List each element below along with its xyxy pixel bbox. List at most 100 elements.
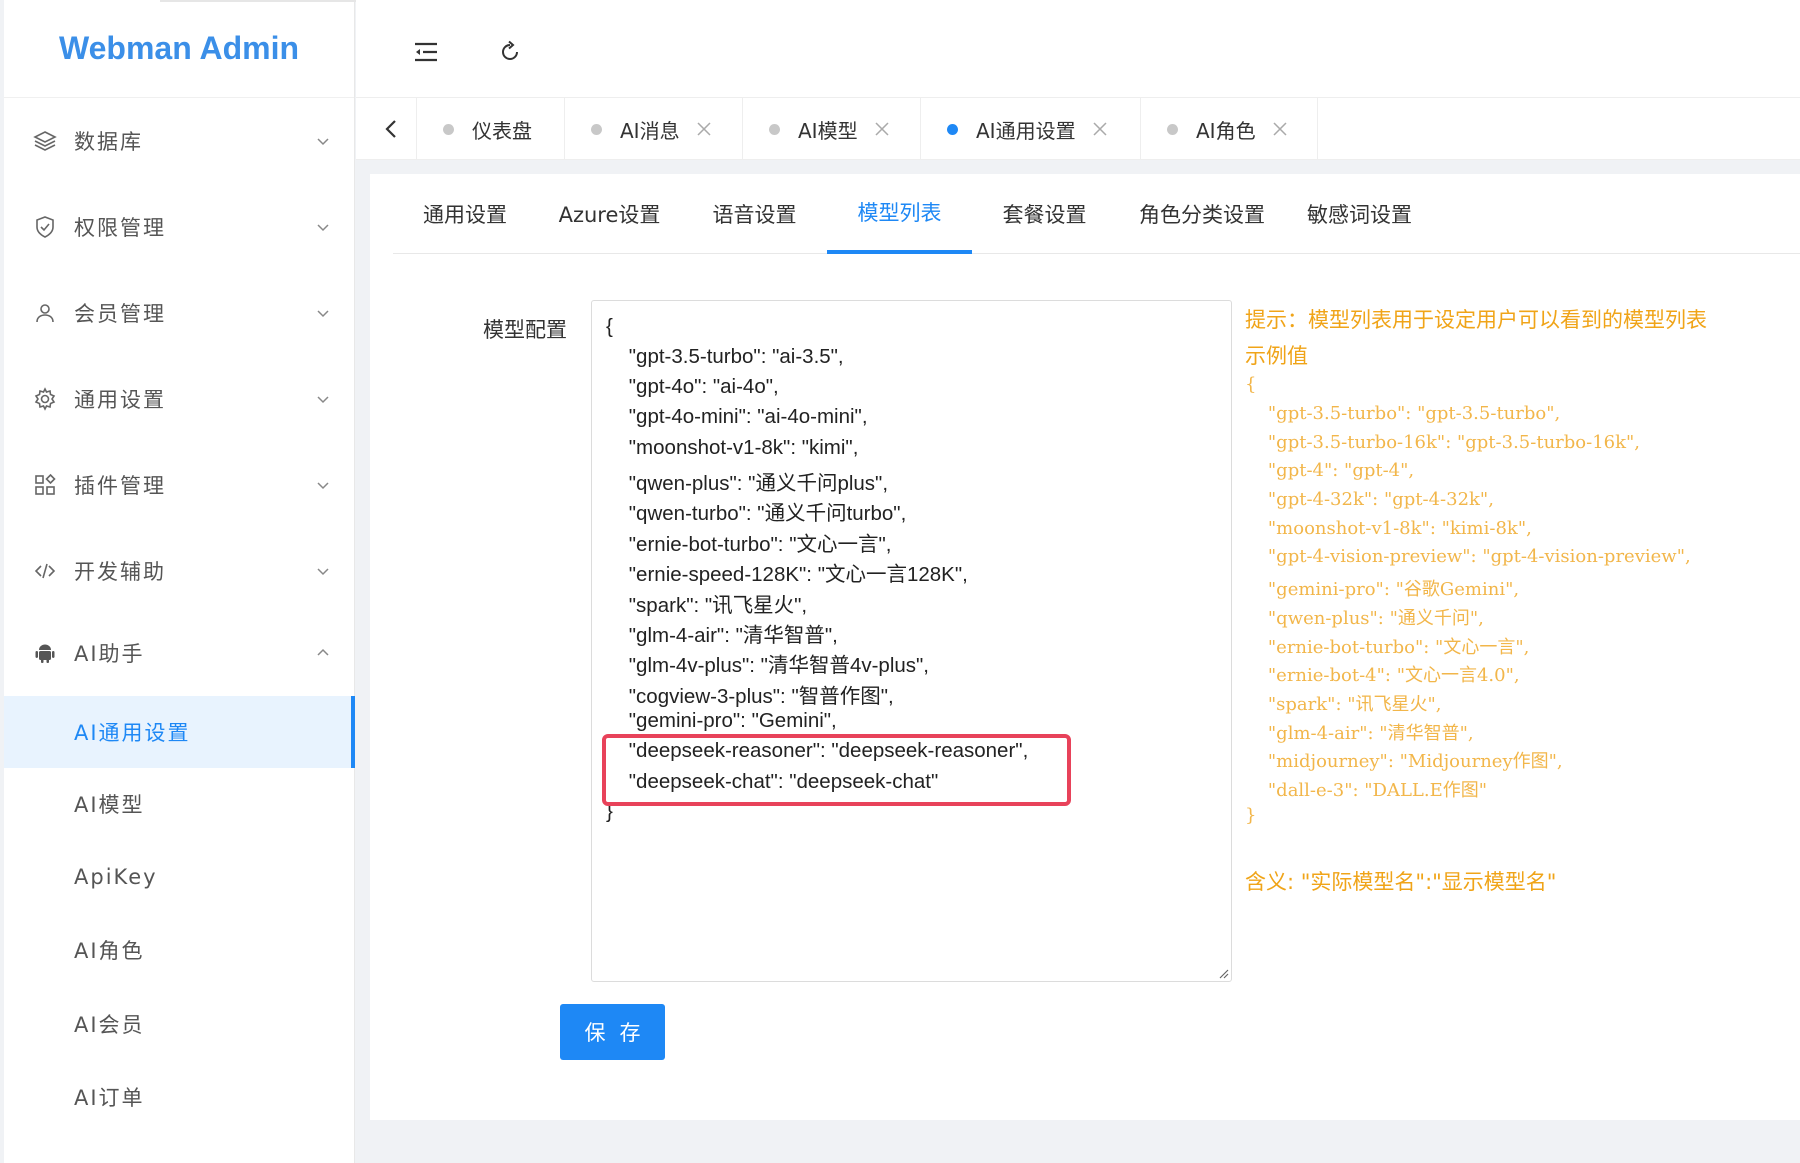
- header: [356, 0, 1800, 98]
- menu-label: 插件管理: [74, 474, 166, 498]
- tab-label: AI通用设置: [976, 118, 1076, 143]
- subtab-general[interactable]: 通用设置: [393, 174, 537, 254]
- hint-example-label: 示例值: [1245, 344, 1308, 368]
- model-config-label: 模型配置: [483, 318, 567, 342]
- menu-label: AI助手: [74, 642, 145, 666]
- example-line: "gemini-pro": "谷歌Gemini",: [1245, 579, 1520, 600]
- submenu-label: AI订单: [74, 1086, 145, 1110]
- example-line: "spark": "讯飞星火",: [1245, 694, 1442, 715]
- submenu-label: AI会员: [74, 1013, 145, 1037]
- chevron-down-icon: [317, 138, 329, 146]
- example-line: "qwen-plus": "通义千问",: [1245, 608, 1484, 629]
- android-icon: [32, 640, 58, 666]
- tab-dot-icon: [1167, 123, 1178, 135]
- submenu-apikey[interactable]: ApiKey: [4, 841, 355, 913]
- code-line: "moonshot-v1-8k": "kimi",: [606, 436, 859, 459]
- code-icon: [32, 558, 58, 584]
- code-line: "cogview-3-plus": "智普作图",: [606, 685, 894, 708]
- code-line: {: [606, 315, 613, 338]
- model-config-textarea[interactable]: { "gpt-3.5-turbo": "ai-3.5", "gpt-4o": "…: [591, 300, 1232, 982]
- refresh-button[interactable]: [492, 34, 528, 70]
- tab-label: AI消息: [620, 118, 680, 143]
- close-icon[interactable]: [696, 121, 712, 137]
- subtab-sensitive-words[interactable]: 敏感词设置: [1287, 174, 1432, 254]
- tab-ai-general-settings[interactable]: AI通用设置: [920, 98, 1140, 160]
- apps-icon: [32, 472, 58, 498]
- submenu-label: AI角色: [74, 939, 145, 963]
- settings-card: 通用设置 Azure设置 语音设置 模型列表 套餐设置 角色分类设置 敏感词设置…: [370, 174, 1800, 1120]
- menu-member[interactable]: 会员管理: [4, 278, 355, 348]
- tab-label: AI模型: [798, 118, 858, 143]
- subtab-azure[interactable]: Azure设置: [537, 174, 682, 254]
- close-icon[interactable]: [1092, 121, 1108, 137]
- menu-general-settings[interactable]: 通用设置: [4, 364, 355, 434]
- subtab-model-list[interactable]: 模型列表: [827, 174, 972, 254]
- submenu-label: AI通用设置: [74, 721, 191, 745]
- submenu-ai-role[interactable]: AI角色: [4, 914, 355, 986]
- tab-ai-message[interactable]: AI消息: [564, 98, 742, 160]
- menu-database[interactable]: 数据库: [4, 106, 355, 176]
- menu-permission[interactable]: 权限管理: [4, 192, 355, 262]
- highlight-box: [602, 734, 1071, 806]
- menu-fold-icon: [415, 42, 437, 62]
- layers-icon: [32, 128, 58, 154]
- example-line: "gpt-4-32k": "gpt-4-32k",: [1245, 489, 1494, 510]
- example-line: "glm-4-air": "清华智普",: [1245, 723, 1474, 744]
- code-line: "ernie-bot-turbo": "文心一言",: [606, 533, 892, 556]
- subtab-role-category[interactable]: 角色分类设置: [1117, 174, 1287, 254]
- save-button[interactable]: 保存: [560, 1004, 665, 1060]
- example-line: "midjourney": "Midjourney作图",: [1245, 751, 1563, 772]
- tab-ai-role[interactable]: AI角色: [1140, 98, 1318, 160]
- submenu-ai-member[interactable]: AI会员: [4, 988, 355, 1060]
- example-line: "gpt-3.5-turbo": "gpt-3.5-turbo",: [1245, 403, 1561, 424]
- tabs-scroll-left-button[interactable]: [376, 114, 406, 144]
- resize-handle-icon[interactable]: [1217, 967, 1229, 979]
- close-icon[interactable]: [1272, 121, 1288, 137]
- tab-ai-model[interactable]: AI模型: [742, 98, 920, 160]
- chevron-left-icon: [385, 120, 396, 138]
- settings-tabs: 通用设置 Azure设置 语音设置 模型列表 套餐设置 角色分类设置 敏感词设置: [393, 174, 1800, 254]
- code-line: "gpt-3.5-turbo": "ai-3.5",: [606, 345, 844, 368]
- subtab-package[interactable]: 套餐设置: [972, 174, 1117, 254]
- tab-dot-icon: [769, 123, 780, 135]
- menu-label: 会员管理: [74, 302, 166, 326]
- code-line: "gpt-4o-mini": "ai-4o-mini",: [606, 405, 868, 428]
- code-line: "glm-4-air": "清华智普",: [606, 624, 838, 647]
- brand-title: Webman Admin: [58, 30, 299, 66]
- tab-dot-icon: [443, 123, 454, 135]
- menu-label: 开发辅助: [74, 560, 166, 584]
- code-line: "spark": "讯飞星火",: [606, 594, 808, 617]
- page-tabs: 仪表盘 AI消息 AI模型 AI通用设置 AI角色: [356, 98, 1800, 160]
- brand: Webman Admin: [4, 0, 354, 98]
- hint-meaning: 含义: "实际模型名":"显示模型名": [1245, 870, 1557, 894]
- submenu-label: ApiKey: [74, 865, 158, 889]
- code-line: "gemini-pro": "Gemini",: [606, 709, 837, 732]
- menu-label: 通用设置: [74, 388, 166, 412]
- code-line: "gpt-4o": "ai-4o",: [606, 375, 779, 398]
- shield-icon: [32, 214, 58, 240]
- close-icon[interactable]: [874, 121, 890, 137]
- tab-label: AI角色: [1196, 118, 1256, 143]
- hint-title: 提示：模型列表用于设定用户可以看到的模型列表: [1245, 308, 1707, 332]
- chevron-up-icon: [317, 648, 329, 656]
- menu-plugins[interactable]: 插件管理: [4, 450, 355, 520]
- gear-icon: [32, 386, 58, 412]
- subtab-voice[interactable]: 语音设置: [682, 174, 827, 254]
- chevron-down-icon: [317, 482, 329, 490]
- example-line: {: [1245, 374, 1257, 395]
- menu-dev-tools[interactable]: 开发辅助: [4, 536, 355, 606]
- menu-ai-assistant[interactable]: AI助手: [4, 618, 355, 688]
- tab-dashboard[interactable]: 仪表盘: [416, 98, 564, 160]
- example-line: "gpt-4-vision-preview": "gpt-4-vision-pr…: [1245, 546, 1691, 567]
- chevron-down-icon: [317, 396, 329, 404]
- submenu-ai-model[interactable]: AI模型: [4, 768, 355, 840]
- submenu-ai-order[interactable]: AI订单: [4, 1061, 355, 1133]
- menu-collapse-button[interactable]: [408, 34, 444, 70]
- tab-label: 仪表盘: [472, 118, 532, 143]
- menu-label: 数据库: [74, 130, 143, 154]
- submenu-ai-general-settings[interactable]: AI通用设置: [4, 696, 355, 768]
- chevron-down-icon: [317, 224, 329, 232]
- example-line: "gpt-3.5-turbo-16k": "gpt-3.5-turbo-16k"…: [1245, 432, 1641, 453]
- example-line: "dall-e-3": "DALL.E作图": [1245, 780, 1488, 801]
- code-line: "qwen-turbo": "通义千问turbo",: [606, 502, 907, 525]
